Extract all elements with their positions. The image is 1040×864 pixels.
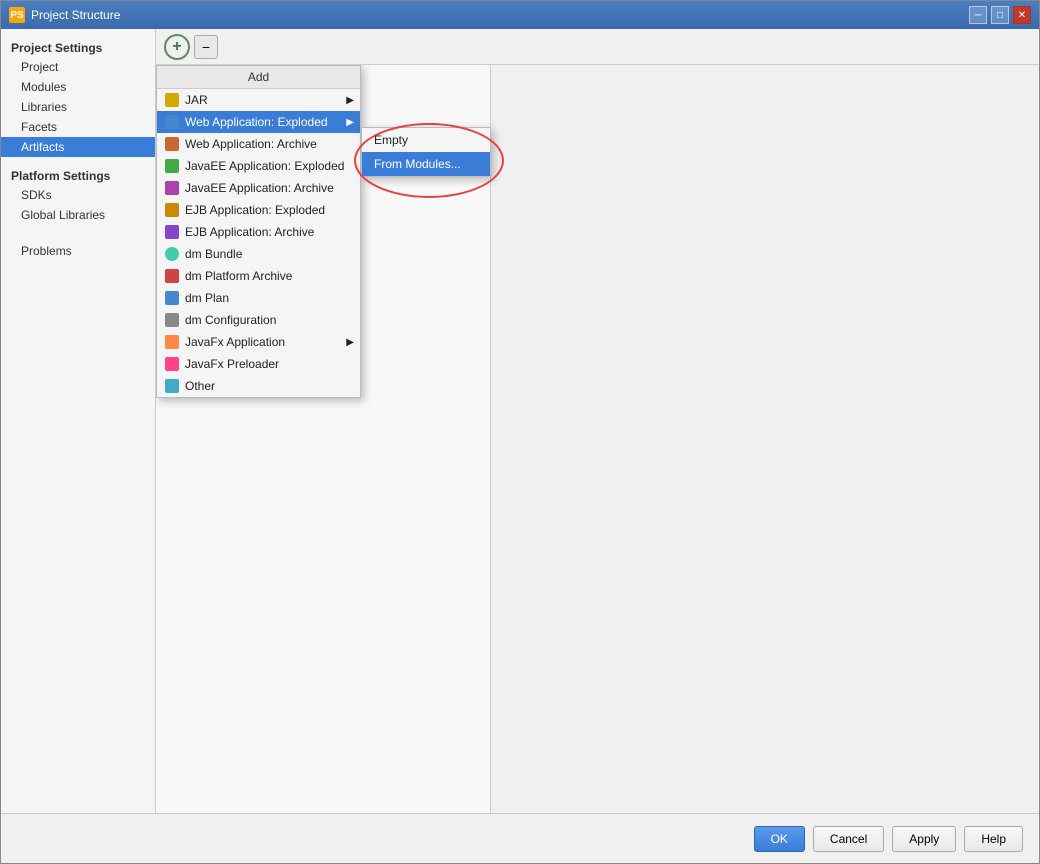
sidebar: Project Settings Project Modules Librari…: [1, 29, 156, 813]
content-split: Add JAR ▶ Web Application: Exploded ▶: [156, 65, 1039, 813]
project-settings-section-title: Project Settings: [1, 37, 155, 57]
dropdown-item-dm-plan-label: dm Plan: [185, 291, 229, 305]
ok-button[interactable]: OK: [754, 826, 805, 852]
javafx-app-icon: [165, 335, 179, 349]
remove-button[interactable]: −: [194, 35, 218, 59]
dropdown-item-ejb-exploded[interactable]: EJB Application: Exploded: [157, 199, 360, 221]
dropdown-item-web-app-exploded[interactable]: Web Application: Exploded ▶: [157, 111, 360, 133]
dm-bundle-icon: [165, 247, 179, 261]
other-icon: [165, 379, 179, 393]
sidebar-item-artifacts[interactable]: Artifacts: [1, 137, 155, 157]
sidebar-item-facets[interactable]: Facets: [1, 117, 155, 137]
dropdown-item-javafx-preloader[interactable]: JavaFx Preloader: [157, 353, 360, 375]
dropdown-item-ejb-archive-label: EJB Application: Archive: [185, 225, 314, 239]
dropdown-item-other-label: Other: [185, 379, 215, 393]
ejb-exploded-icon: [165, 203, 179, 217]
dropdown-item-web-app-archive-label: Web Application: Archive: [185, 137, 317, 151]
toolbar: + −: [156, 29, 1039, 65]
dropdown-item-web-app-archive[interactable]: Web Application: Archive: [157, 133, 360, 155]
jar-arrow-icon: ▶: [346, 95, 354, 106]
dm-configuration-icon: [165, 313, 179, 327]
apply-button[interactable]: Apply: [892, 826, 956, 852]
web-app-exploded-arrow-icon: ▶: [346, 117, 354, 128]
dropdown-item-dm-bundle-label: dm Bundle: [185, 247, 242, 261]
window-title: Project Structure: [31, 8, 120, 22]
left-panel: Add JAR ▶ Web Application: Exploded ▶: [156, 65, 491, 813]
maximize-button[interactable]: □: [991, 6, 1009, 24]
dm-platform-archive-icon: [165, 269, 179, 283]
add-button[interactable]: +: [164, 34, 190, 60]
dropdown-item-javaee-archive[interactable]: JavaEE Application: Archive: [157, 177, 360, 199]
dropdown-item-dm-configuration-label: dm Configuration: [185, 313, 276, 327]
dropdown-item-javafx-preloader-label: JavaFx Preloader: [185, 357, 279, 371]
web-app-exploded-icon: [165, 115, 179, 129]
javaee-archive-icon: [165, 181, 179, 195]
ejb-archive-icon: [165, 225, 179, 239]
submenu-item-empty[interactable]: Empty: [362, 128, 490, 152]
dropdown-item-javafx-app-label: JavaFx Application: [185, 335, 285, 349]
sidebar-item-sdks[interactable]: SDKs: [1, 185, 155, 205]
web-app-archive-icon: [165, 137, 179, 151]
javaee-exploded-icon: [165, 159, 179, 173]
title-bar: PS Project Structure ─ □ ✕: [1, 1, 1039, 29]
dropdown-item-javaee-archive-label: JavaEE Application: Archive: [185, 181, 334, 195]
right-panel: [491, 65, 1039, 813]
dropdown-item-web-app-exploded-label: Web Application: Exploded: [185, 115, 328, 129]
window-icon: PS: [9, 7, 25, 23]
title-bar-left: PS Project Structure: [9, 7, 120, 23]
dropdown-item-ejb-exploded-label: EJB Application: Exploded: [185, 203, 325, 217]
dropdown-item-dm-plan[interactable]: dm Plan: [157, 287, 360, 309]
help-button[interactable]: Help: [964, 826, 1023, 852]
dropdown-item-dm-platform-archive-label: dm Platform Archive: [185, 269, 292, 283]
dropdown-item-jar-label: JAR: [185, 93, 208, 107]
minimize-button[interactable]: ─: [969, 6, 987, 24]
content-area: Project Settings Project Modules Librari…: [1, 29, 1039, 813]
dropdown-item-javafx-app[interactable]: JavaFx Application ▶: [157, 331, 360, 353]
dropdown-item-jar[interactable]: JAR ▶: [157, 89, 360, 111]
javafx-preloader-icon: [165, 357, 179, 371]
close-button[interactable]: ✕: [1013, 6, 1031, 24]
web-app-exploded-submenu: Empty From Modules...: [361, 127, 491, 177]
title-controls: ─ □ ✕: [969, 6, 1031, 24]
dm-plan-icon: [165, 291, 179, 305]
cancel-button[interactable]: Cancel: [813, 826, 884, 852]
main-area: + − Add JAR ▶: [156, 29, 1039, 813]
jar-icon: [165, 93, 179, 107]
dropdown-item-dm-bundle[interactable]: dm Bundle: [157, 243, 360, 265]
sidebar-item-project[interactable]: Project: [1, 57, 155, 77]
dropdown-item-dm-configuration[interactable]: dm Configuration: [157, 309, 360, 331]
dropdown-item-javaee-exploded-label: JavaEE Application: Exploded: [185, 159, 344, 173]
bottom-bar: OK Cancel Apply Help: [1, 813, 1039, 863]
submenu-item-from-modules[interactable]: From Modules...: [362, 152, 490, 176]
sidebar-item-modules[interactable]: Modules: [1, 77, 155, 97]
sidebar-item-libraries[interactable]: Libraries: [1, 97, 155, 117]
dropdown-header: Add: [157, 66, 360, 89]
project-structure-window: PS Project Structure ─ □ ✕ Project Setti…: [0, 0, 1040, 864]
sidebar-item-global-libraries[interactable]: Global Libraries: [1, 205, 155, 225]
platform-settings-section-title: Platform Settings: [1, 165, 155, 185]
add-dropdown-menu: Add JAR ▶ Web Application: Exploded ▶: [156, 65, 361, 398]
dropdown-item-javaee-exploded[interactable]: JavaEE Application: Exploded: [157, 155, 360, 177]
sidebar-item-problems[interactable]: Problems: [1, 241, 155, 261]
dropdown-item-other[interactable]: Other: [157, 375, 360, 397]
dropdown-item-ejb-archive[interactable]: EJB Application: Archive: [157, 221, 360, 243]
javafx-app-arrow-icon: ▶: [346, 337, 354, 348]
dropdown-item-dm-platform-archive[interactable]: dm Platform Archive: [157, 265, 360, 287]
